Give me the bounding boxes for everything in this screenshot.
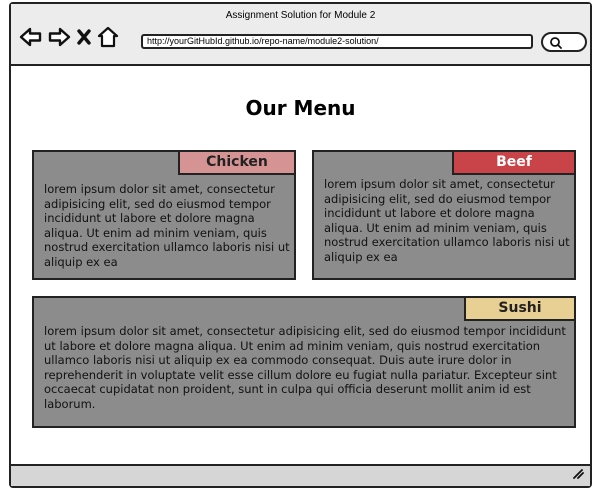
search-icon bbox=[550, 37, 562, 49]
close-icon[interactable] bbox=[75, 26, 93, 48]
section-label-chicken: Chicken bbox=[178, 150, 296, 175]
arrow-left-icon[interactable] bbox=[19, 26, 43, 48]
menu-section-sushi: Sushi lorem ipsum dolor sit amet, consec… bbox=[32, 296, 576, 428]
section-label-sushi: Sushi bbox=[464, 296, 576, 321]
browser-toolbar: Assignment Solution for Module 2 http://… bbox=[11, 4, 590, 66]
resize-grip-icon[interactable] bbox=[570, 464, 584, 483]
nav-controls bbox=[19, 25, 119, 49]
window-title: Assignment Solution for Module 2 bbox=[225, 10, 376, 21]
home-icon[interactable] bbox=[97, 26, 119, 48]
menu-section-chicken: Chicken lorem ipsum dolor sit amet, cons… bbox=[32, 150, 296, 280]
page-content: Our Menu Chicken lorem ipsum dolor sit a… bbox=[11, 64, 590, 464]
section-text-sushi: lorem ipsum dolor sit amet, consectetur … bbox=[44, 324, 566, 411]
url-input[interactable]: http://yourGitHubId.github.io/repo-name/… bbox=[141, 34, 533, 49]
browser-window: Assignment Solution for Module 2 http://… bbox=[9, 2, 592, 488]
page-title: Our Menu bbox=[245, 96, 356, 120]
section-text-beef: lorem ipsum dolor sit amet, consectetur … bbox=[324, 177, 570, 264]
arrow-right-icon[interactable] bbox=[47, 26, 71, 48]
section-label-beef: Beef bbox=[452, 150, 576, 175]
menu-section-beef: Beef lorem ipsum dolor sit amet, consect… bbox=[312, 150, 576, 280]
status-bar bbox=[11, 464, 590, 486]
search-field[interactable] bbox=[541, 32, 587, 52]
section-text-chicken: lorem ipsum dolor sit amet, consectetur … bbox=[44, 182, 290, 269]
